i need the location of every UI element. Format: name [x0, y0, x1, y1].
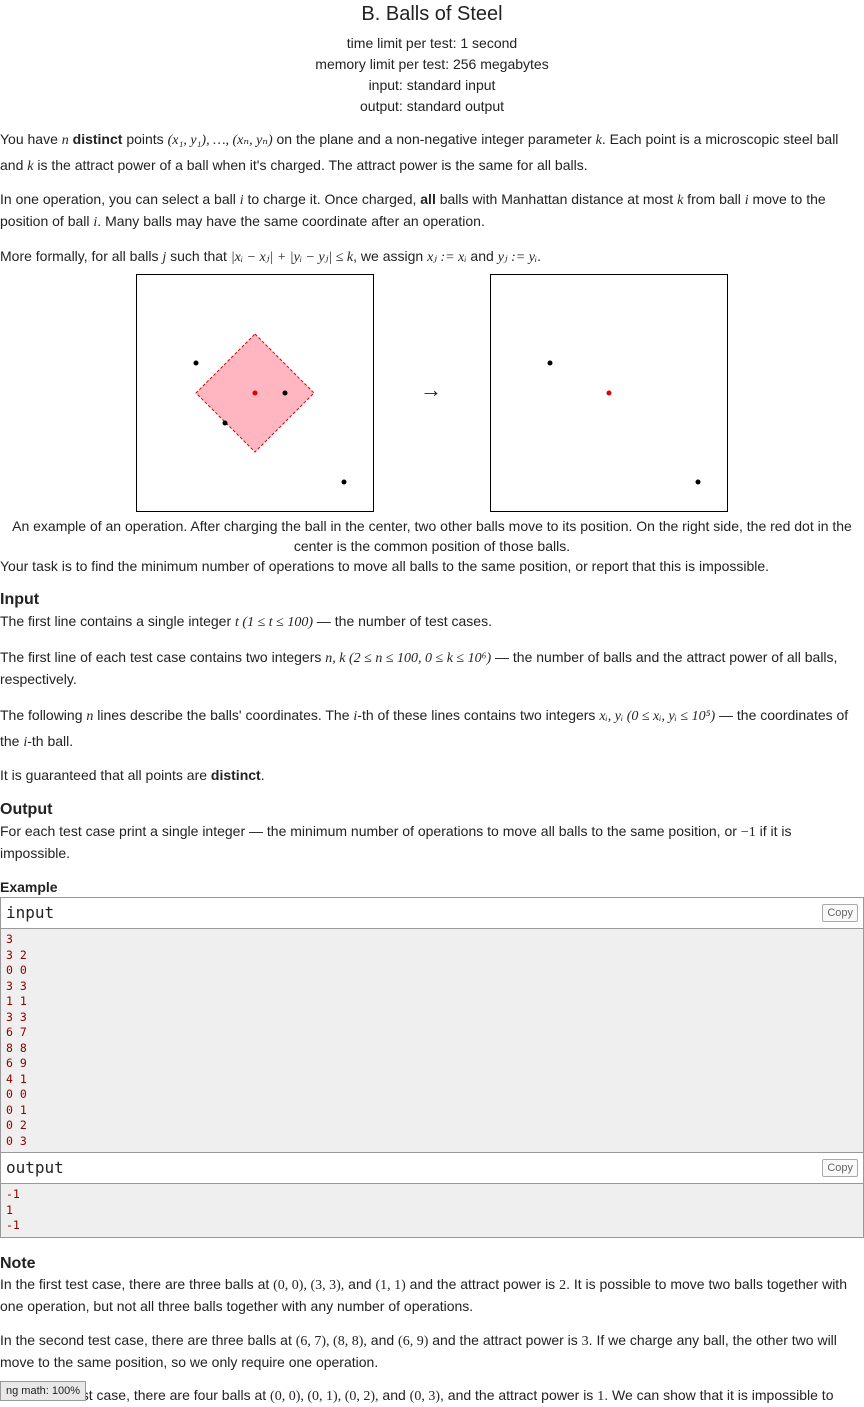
- note-paragraph-3: In the third test case, there are four b…: [0, 1386, 834, 1404]
- input-paragraph-1: The first line contains a single integer…: [0, 613, 492, 630]
- problem-title: B. Balls of Steel: [361, 3, 503, 25]
- output-spec: output: standard output: [360, 98, 504, 114]
- input-section: Input The first line contains a single i…: [0, 590, 864, 785]
- input-paragraph-2: The first line of each test case contain…: [0, 649, 838, 687]
- math-zoom-badge[interactable]: ng math: 100%: [0, 1381, 86, 1401]
- input-spec: input: standard input: [368, 77, 496, 93]
- note-section: Note In the first test case, there are t…: [0, 1254, 864, 1407]
- copy-input-button[interactable]: Copy: [822, 904, 858, 922]
- charged-ball-dot: [252, 390, 258, 396]
- statement-paragraph-2: In one operation, you can select a ball …: [0, 191, 826, 230]
- sample-input-header: input Copy: [1, 898, 863, 929]
- input-heading: Input: [0, 591, 40, 608]
- ball-dot: [282, 390, 288, 396]
- input-paragraph-4: It is guaranteed that all points are dis…: [0, 767, 265, 783]
- note-heading: Note: [0, 1254, 36, 1272]
- ball-dot: [222, 420, 228, 426]
- sample-output-text: -1 1 -1: [1, 1184, 863, 1237]
- problem-header: B. Balls of Steel time limit per test: 1…: [0, 1, 864, 117]
- sample-input-label: input: [6, 903, 55, 922]
- example-section: Example input Copy 3 3 2 0 0 3 3 1 1 3 3…: [0, 877, 864, 1238]
- sample-output-header: output Copy: [1, 1153, 863, 1184]
- task-paragraph: Your task is to find the minimum number …: [0, 558, 770, 574]
- sample-output-label: output: [6, 1158, 64, 1177]
- note-paragraph-1: In the first test case, there are three …: [0, 1275, 847, 1314]
- output-heading: Output: [0, 801, 53, 818]
- merged-ball-dot: [606, 390, 612, 396]
- statement-paragraph-3: More formally, for all balls j such that…: [0, 248, 542, 265]
- before-operation-panel: [136, 274, 374, 512]
- sample-input-box: input Copy 3 3 2 0 0 3 3 1 1 3 3 6 7 8 8…: [0, 897, 864, 1153]
- memory-limit: memory limit per test: 256 megabytes: [315, 56, 549, 72]
- ball-dot: [695, 479, 701, 485]
- input-paragraph-3: The following n lines describe the balls…: [0, 707, 849, 750]
- statement-paragraph-1: You have n distinct points (x₁, y₁), …, …: [0, 131, 839, 174]
- statement-body: You have n distinct points (x₁, y₁), …, …: [0, 127, 864, 576]
- figure-caption: An example of an operation. After chargi…: [12, 518, 852, 554]
- example-heading: Example: [0, 879, 58, 895]
- ball-dot: [341, 479, 347, 485]
- after-operation-panel: [490, 274, 728, 512]
- sample-output-box: output Copy -1 1 -1: [0, 1153, 864, 1238]
- ball-dot: [193, 360, 199, 366]
- output-section: Output For each test case print a single…: [0, 800, 864, 863]
- operation-illustration: →: [0, 274, 864, 512]
- note-paragraph-2: In the second test case, there are three…: [0, 1331, 837, 1370]
- output-paragraph: For each test case print a single intege…: [0, 823, 792, 861]
- ball-dot: [547, 360, 553, 366]
- sample-input-text: 3 3 2 0 0 3 3 1 1 3 3 6 7 8 8 6 9 4 1 0 …: [1, 929, 863, 1152]
- copy-output-button[interactable]: Copy: [822, 1159, 858, 1177]
- arrow-icon: →: [420, 377, 442, 402]
- time-limit: time limit per test: 1 second: [346, 35, 518, 51]
